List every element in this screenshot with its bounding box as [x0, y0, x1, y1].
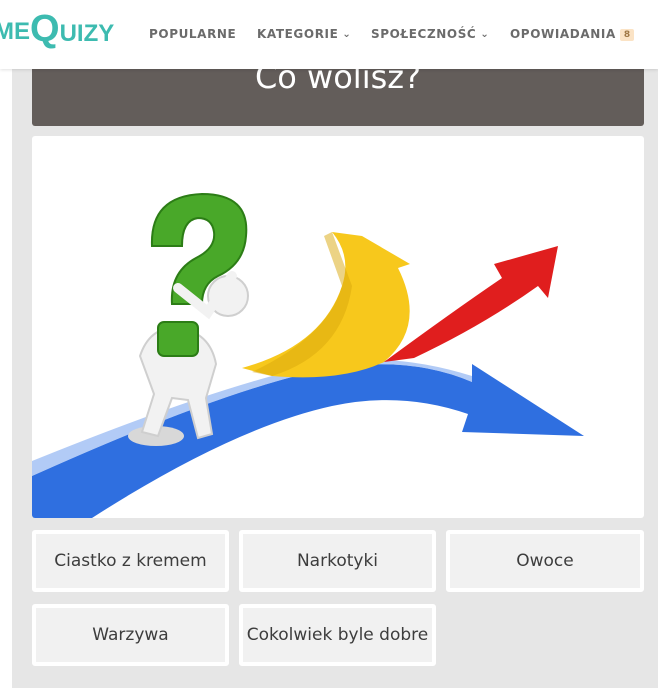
answer-label: Warzywa	[92, 625, 169, 645]
nav-popularne-label: POPULARNE	[149, 27, 237, 41]
decision-arrows-illustration-icon	[32, 192, 584, 518]
chevron-down-icon: ⌄	[342, 29, 352, 40]
answer-option[interactable]: Ciastko z kremem	[32, 530, 229, 592]
answer-label: Narkotyki	[296, 551, 379, 571]
logo-text-part2: Q	[30, 8, 60, 50]
logo-text-part3: UIZY	[59, 20, 115, 47]
nav-opowiadania-label: OPOWIADANIA	[510, 27, 616, 41]
count-badge: 8	[619, 29, 635, 41]
nav-spolecznosc[interactable]: SPOŁECZNOŚĆ ⌄	[371, 27, 489, 41]
nav-kategorie-label: KATEGORIE	[257, 27, 339, 41]
nav-popularne[interactable]: POPULARNE	[149, 27, 236, 41]
chevron-down-icon: ⌄	[480, 29, 490, 40]
answer-option[interactable]: Warzywa	[32, 604, 229, 666]
top-navbar: MEQUIZY POPULARNE KATEGORIE ⌄ SPOŁECZNOŚĆ…	[0, 0, 658, 69]
answer-label: Ciastko z kremem	[54, 551, 207, 571]
nav-kategorie[interactable]: KATEGORIE ⌄	[257, 27, 351, 41]
answer-option[interactable]: Owoce	[446, 530, 644, 592]
nav-spolecznosc-label: SPOŁECZNOŚĆ	[371, 27, 477, 41]
nav-opowiadania[interactable]: OPOWIADANIA 8	[510, 27, 635, 42]
logo-text-part1: ME	[0, 18, 30, 45]
answer-label: Cokolwiek byle dobre	[246, 625, 429, 645]
answer-option[interactable]: Narkotyki	[239, 530, 436, 592]
answer-label: Owoce	[516, 551, 574, 571]
answer-option[interactable]: Cokolwiek byle dobre	[239, 604, 436, 666]
site-logo[interactable]: MEQUIZY	[0, 8, 114, 58]
question-image	[32, 136, 644, 518]
